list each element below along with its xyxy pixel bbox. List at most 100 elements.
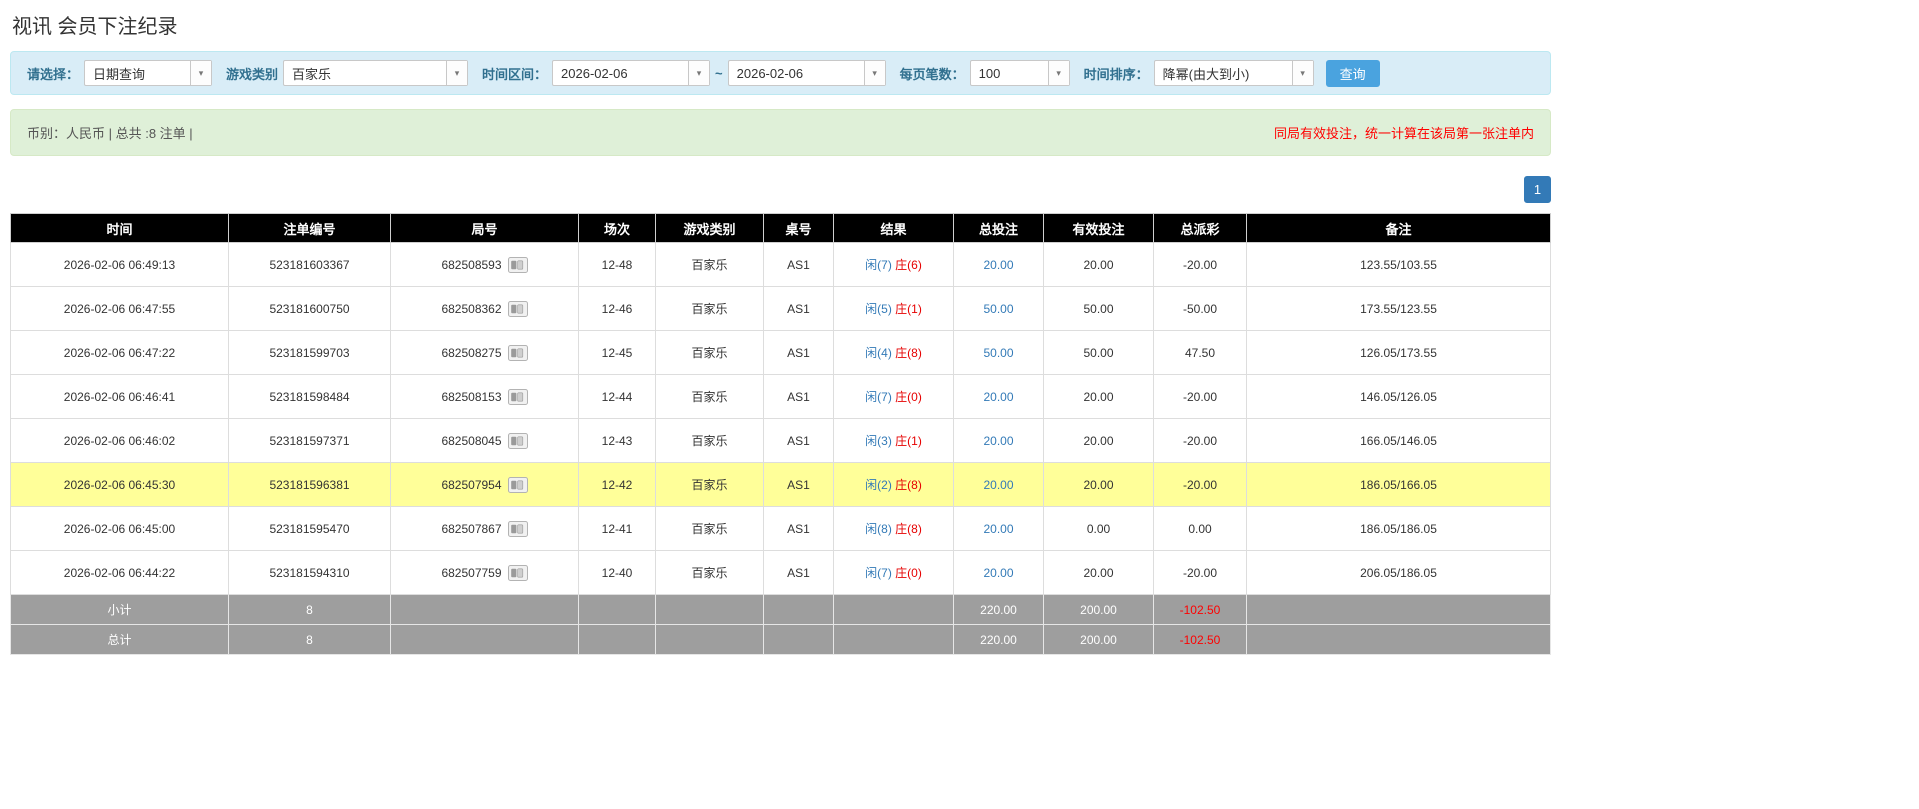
view-round-result-button[interactable] bbox=[507, 564, 528, 581]
result-cell: 闲(5) 庄(1) bbox=[833, 286, 954, 331]
total-bet-link[interactable]: 20.00 bbox=[983, 566, 1013, 580]
round-id-cell: 682508045 bbox=[390, 418, 579, 463]
remark-cell: 206.05/186.05 bbox=[1246, 550, 1551, 595]
view-round-result-icon bbox=[507, 476, 528, 493]
query-type-dropdown[interactable]: 日期查询 ▾ bbox=[84, 60, 213, 86]
summary-payout-cell: -102.50 bbox=[1153, 624, 1247, 655]
bet-time-cell: 2026-02-06 06:45:30 bbox=[10, 462, 229, 507]
view-round-result-button[interactable] bbox=[507, 256, 528, 273]
view-round-result-icon bbox=[507, 344, 528, 361]
bet-record-row[interactable]: 2026-02-06 06:49:13 523181603367 682508593… bbox=[10, 242, 1551, 287]
table-no-cell: AS1 bbox=[763, 330, 834, 375]
total-bet-link[interactable]: 20.00 bbox=[983, 478, 1013, 492]
sort-order-value: 降幂(由大到小) bbox=[1162, 66, 1250, 82]
bet-time-cell: 2026-02-06 06:46:41 bbox=[10, 374, 229, 419]
round-id-value: 682508153 bbox=[441, 389, 502, 404]
notice-bar: 币别：人民币 | 总共 :8 注单 | 同局有效投注，统一计算在该局第一张注单内 bbox=[10, 109, 1551, 156]
game-type-cell: 百家乐 bbox=[655, 506, 764, 551]
bet-record-row[interactable]: 2026-02-06 06:46:41 523181598484 682508153… bbox=[10, 374, 1551, 419]
search-button[interactable]: 查询 bbox=[1325, 59, 1380, 87]
summary-empty-cell bbox=[578, 594, 656, 625]
chevron-down-icon[interactable]: ▾ bbox=[1291, 61, 1313, 85]
game-type-cell: 百家乐 bbox=[655, 462, 764, 507]
chevron-down-icon[interactable]: ▾ bbox=[688, 61, 710, 85]
bet-record-row[interactable]: 2026-02-06 06:45:00 523181595470 682507867… bbox=[10, 506, 1551, 551]
payout-cell: -20.00 bbox=[1153, 242, 1247, 287]
total-bet-cell: 50.00 bbox=[953, 330, 1044, 375]
total-bet-cell: 20.00 bbox=[953, 462, 1044, 507]
bet-record-row[interactable]: 2026-02-06 06:47:55 523181600750 682508362… bbox=[10, 286, 1551, 331]
table-no-cell: AS1 bbox=[763, 374, 834, 419]
result-cell: 闲(4) 庄(8) bbox=[833, 330, 954, 375]
valid-bet-cell: 20.00 bbox=[1043, 374, 1154, 419]
view-round-result-button[interactable] bbox=[507, 432, 528, 449]
view-round-result-button[interactable] bbox=[507, 300, 528, 317]
total-bet-link[interactable]: 20.00 bbox=[983, 258, 1013, 272]
view-round-result-icon bbox=[507, 432, 528, 449]
date-from-dropdown[interactable]: 2026-02-06 ▾ bbox=[552, 60, 711, 86]
result-banker: 庄(1) bbox=[895, 434, 922, 448]
column-header: 总投注 bbox=[953, 213, 1044, 243]
result-banker: 庄(0) bbox=[895, 566, 922, 580]
sort-order-dropdown[interactable]: 降幂(由大到小) ▾ bbox=[1153, 60, 1314, 86]
query-type-label: 请选择： bbox=[27, 66, 80, 82]
result-banker: 庄(6) bbox=[895, 258, 922, 272]
chevron-down-icon[interactable]: ▾ bbox=[190, 61, 212, 85]
total-bet-link[interactable]: 20.00 bbox=[983, 522, 1013, 536]
summary-empty-cell bbox=[1246, 594, 1551, 625]
column-header: 局号 bbox=[390, 213, 579, 243]
time-range-label: 时间区间： bbox=[482, 66, 548, 82]
round-id-cell: 682508275 bbox=[390, 330, 579, 375]
result-banker: 庄(8) bbox=[895, 478, 922, 492]
total-bet-link[interactable]: 20.00 bbox=[983, 390, 1013, 404]
summary-empty-cell bbox=[1246, 624, 1551, 655]
session-cell: 12-45 bbox=[578, 330, 656, 375]
summary-empty-cell bbox=[578, 624, 656, 655]
view-round-result-button[interactable] bbox=[507, 388, 528, 405]
bet-id-cell: 523181596381 bbox=[228, 462, 391, 507]
result-cell: 闲(7) 庄(6) bbox=[833, 242, 954, 287]
total-bet-cell: 50.00 bbox=[953, 286, 1044, 331]
chevron-down-icon[interactable]: ▾ bbox=[446, 61, 468, 85]
valid-bet-cell: 50.00 bbox=[1043, 286, 1154, 331]
game-type-cell: 百家乐 bbox=[655, 286, 764, 331]
bet-record-row[interactable]: 2026-02-06 06:45:30 523181596381 682507954… bbox=[10, 462, 1551, 507]
game-type-dropdown[interactable]: 百家乐 ▾ bbox=[283, 60, 469, 86]
game-type-cell: 百家乐 bbox=[655, 418, 764, 463]
bet-record-row[interactable]: 2026-02-06 06:46:02 523181597371 682508045… bbox=[10, 418, 1551, 463]
view-round-result-button[interactable] bbox=[507, 476, 528, 493]
bet-id-cell: 523181600750 bbox=[228, 286, 391, 331]
column-header: 注单编号 bbox=[228, 213, 391, 243]
bet-id-cell: 523181599703 bbox=[228, 330, 391, 375]
result-cell: 闲(2) 庄(8) bbox=[833, 462, 954, 507]
page-1-button[interactable]: 1 bbox=[1524, 176, 1551, 203]
page-container: 视讯 会员下注纪录 请选择： 日期查询 ▾ 游戏类别 百家乐 ▾ 时间区间： 2… bbox=[0, 0, 1551, 655]
date-range-separator: ~ bbox=[715, 65, 723, 81]
session-cell: 12-41 bbox=[578, 506, 656, 551]
bet-id-cell: 523181595470 bbox=[228, 506, 391, 551]
table-no-cell: AS1 bbox=[763, 286, 834, 331]
result-player: 闲(7) bbox=[865, 390, 892, 404]
date-to-dropdown[interactable]: 2026-02-06 ▾ bbox=[727, 60, 886, 86]
date-to-value: 2026-02-06 bbox=[736, 65, 804, 81]
table-no-cell: AS1 bbox=[763, 418, 834, 463]
payout-cell: -20.00 bbox=[1153, 462, 1247, 507]
round-id-value: 682508362 bbox=[441, 301, 502, 316]
total-bet-link[interactable]: 50.00 bbox=[983, 302, 1013, 316]
chevron-down-icon[interactable]: ▾ bbox=[1047, 61, 1069, 85]
chevron-down-icon[interactable]: ▾ bbox=[863, 61, 885, 85]
summary-empty-cell bbox=[390, 594, 579, 625]
total-bet-link[interactable]: 20.00 bbox=[983, 434, 1013, 448]
summary-total-bet-cell: 220.00 bbox=[953, 624, 1044, 655]
bet-record-row[interactable]: 2026-02-06 06:44:22 523181594310 682507759… bbox=[10, 550, 1551, 595]
summary-empty-cell bbox=[655, 624, 764, 655]
column-header: 结果 bbox=[833, 213, 954, 243]
bet-record-row[interactable]: 2026-02-06 06:47:22 523181599703 682508275… bbox=[10, 330, 1551, 375]
summary-label-cell: 总计 bbox=[10, 624, 229, 655]
result-cell: 闲(8) 庄(8) bbox=[833, 506, 954, 551]
total-bet-link[interactable]: 50.00 bbox=[983, 346, 1013, 360]
view-round-result-button[interactable] bbox=[507, 520, 528, 537]
view-round-result-button[interactable] bbox=[507, 344, 528, 361]
page-size-dropdown[interactable]: 100 ▾ bbox=[969, 60, 1070, 86]
table-no-cell: AS1 bbox=[763, 550, 834, 595]
